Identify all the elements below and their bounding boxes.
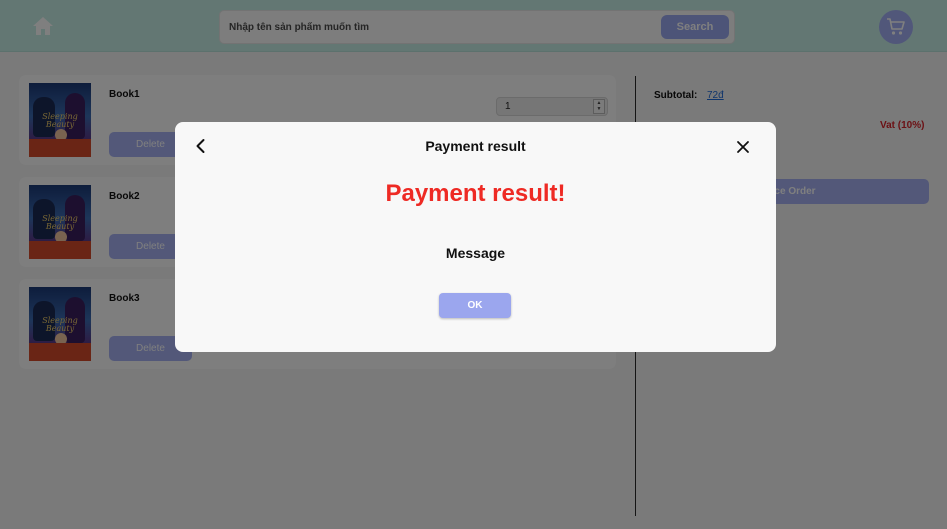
result-heading: Payment result! — [385, 180, 566, 207]
ok-button[interactable]: OK — [439, 293, 511, 318]
result-message: Message — [445, 245, 506, 261]
payment-result-dialog: Payment result Payment result! Message O… — [175, 122, 776, 352]
dialog-title: Payment result — [425, 138, 526, 154]
close-icon[interactable] — [736, 140, 750, 154]
